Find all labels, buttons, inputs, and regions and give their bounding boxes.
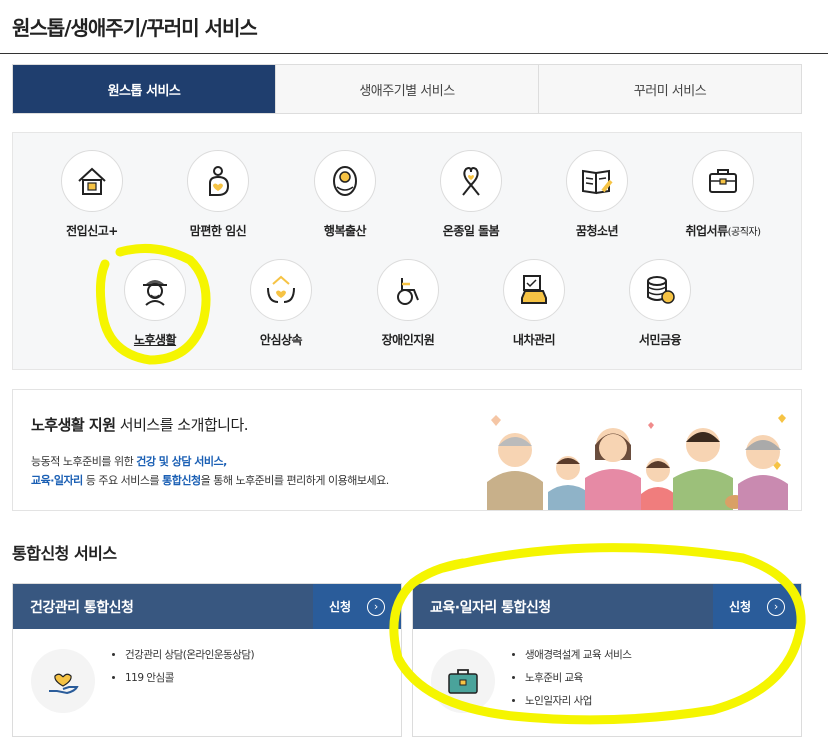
book-icon: [566, 150, 628, 212]
card-item-list: 생애경력설계 교육 서비스 노후준비 교육 노인일자리 사업: [513, 647, 632, 716]
list-item: 노후준비 교육: [525, 670, 631, 685]
service-label: 안심상속: [259, 333, 303, 347]
service-label: 장애인지원: [381, 333, 435, 347]
chevron-right-icon: ›: [367, 597, 386, 616]
service-item-disability[interactable]: 장애인지원: [353, 259, 463, 348]
tab-package[interactable]: 꾸러미 서비스: [538, 65, 801, 113]
service-label: 서민금융: [638, 333, 682, 347]
title-divider: [0, 53, 828, 54]
education-job-apply-card: 교육·일자리 통합신청 신청 › 생애경력설계 교육 서비스 노후준비 교육 노…: [412, 583, 802, 737]
briefcase-icon: [692, 150, 754, 212]
tab-bar: 원스톱 서비스 생애주기별 서비스 꾸러미 서비스: [12, 64, 802, 114]
hand-heart-icon: [31, 649, 95, 713]
ribbon-heart-icon: [440, 150, 502, 212]
service-item-car[interactable]: 내차관리: [479, 259, 589, 348]
health-apply-button[interactable]: 신청 ›: [313, 584, 401, 629]
service-icon-panel: 전입신고+ 맘편한 임신 행복출산 온종일 돌봄 꿈청소년 취업서류(공직자): [12, 132, 802, 370]
coins-icon: [629, 259, 691, 321]
baby-icon: [314, 150, 376, 212]
intro-description: 능동적 노후준비를 위한 건강 및 상담 서비스, 교육·일자리 등 주요 서비…: [31, 455, 389, 487]
service-item-care[interactable]: 온종일 돌봄: [416, 150, 526, 239]
service-label: 온종일 돌봄: [442, 224, 500, 238]
family-illustration: [487, 414, 788, 510]
pregnancy-icon: [187, 150, 249, 212]
service-item-youth[interactable]: 꿈청소년: [542, 150, 652, 239]
service-item-job-docs[interactable]: 취업서류(공직자): [668, 150, 778, 239]
chevron-right-icon: ›: [767, 597, 786, 616]
service-item-retirement[interactable]: 노후생활: [100, 259, 210, 348]
card-body: 생애경력설계 교육 서비스 노후준비 교육 노인일자리 사업: [413, 629, 801, 737]
education-job-apply-button[interactable]: 신청 ›: [713, 584, 801, 629]
service-item-inheritance[interactable]: 안심상속: [226, 259, 336, 348]
integrated-section-title: 통합신청 서비스: [12, 544, 117, 563]
service-label: 전입신고+: [66, 224, 118, 238]
service-label: 취업서류(공직자): [685, 224, 761, 238]
service-label: 행복출산: [323, 224, 367, 238]
card-title: 건강관리 통합신청: [30, 600, 134, 616]
service-label: 맘편한 임신: [189, 224, 247, 238]
briefcase-green-icon: [431, 649, 495, 713]
card-body: 건강관리 상담(온라인운동상담) 119 안심콜: [13, 629, 401, 737]
list-item: 생애경력설계 교육 서비스: [525, 647, 632, 662]
card-header: 교육·일자리 통합신청 신청 ›: [413, 584, 801, 629]
car-icon: [503, 259, 565, 321]
tab-lifecycle[interactable]: 생애주기별 서비스: [275, 65, 538, 113]
service-label: 꿈청소년: [575, 224, 619, 238]
intro-heading: 노후생활 지원 서비스를 소개합니다.: [31, 416, 249, 434]
service-label: 노후생활: [133, 333, 177, 347]
health-apply-card: 건강관리 통합신청 신청 › 건강관리 상담(온라인운동상담) 119 안심콜: [12, 583, 402, 737]
service-item-move-in[interactable]: 전입신고+: [37, 150, 147, 239]
house-icon: [61, 150, 123, 212]
service-intro-box: 노후생활 지원 서비스를 소개합니다. 능동적 노후준비를 위한 건강 및 상담…: [12, 389, 802, 511]
tab-onestop[interactable]: 원스톱 서비스: [13, 65, 275, 113]
list-item: 노인일자리 사업: [525, 693, 631, 708]
list-item: 건강관리 상담(온라인운동상담): [125, 647, 255, 662]
hands-house-icon: [250, 259, 312, 321]
card-item-list: 건강관리 상담(온라인운동상담) 119 안심콜: [113, 647, 255, 693]
service-item-pregnancy[interactable]: 맘편한 임신: [163, 150, 273, 239]
elder-icon: [124, 259, 186, 321]
service-item-birth[interactable]: 행복출산: [290, 150, 400, 239]
card-title: 교육·일자리 통합신청: [430, 600, 551, 616]
page-title: 원스톱/생애주기/꾸러미 서비스: [12, 16, 258, 40]
list-item: 119 안심콜: [125, 670, 254, 685]
wheelchair-icon: [377, 259, 439, 321]
service-item-finance[interactable]: 서민금융: [605, 259, 715, 348]
card-header: 건강관리 통합신청 신청 ›: [13, 584, 401, 629]
service-label: 내차관리: [512, 333, 556, 347]
